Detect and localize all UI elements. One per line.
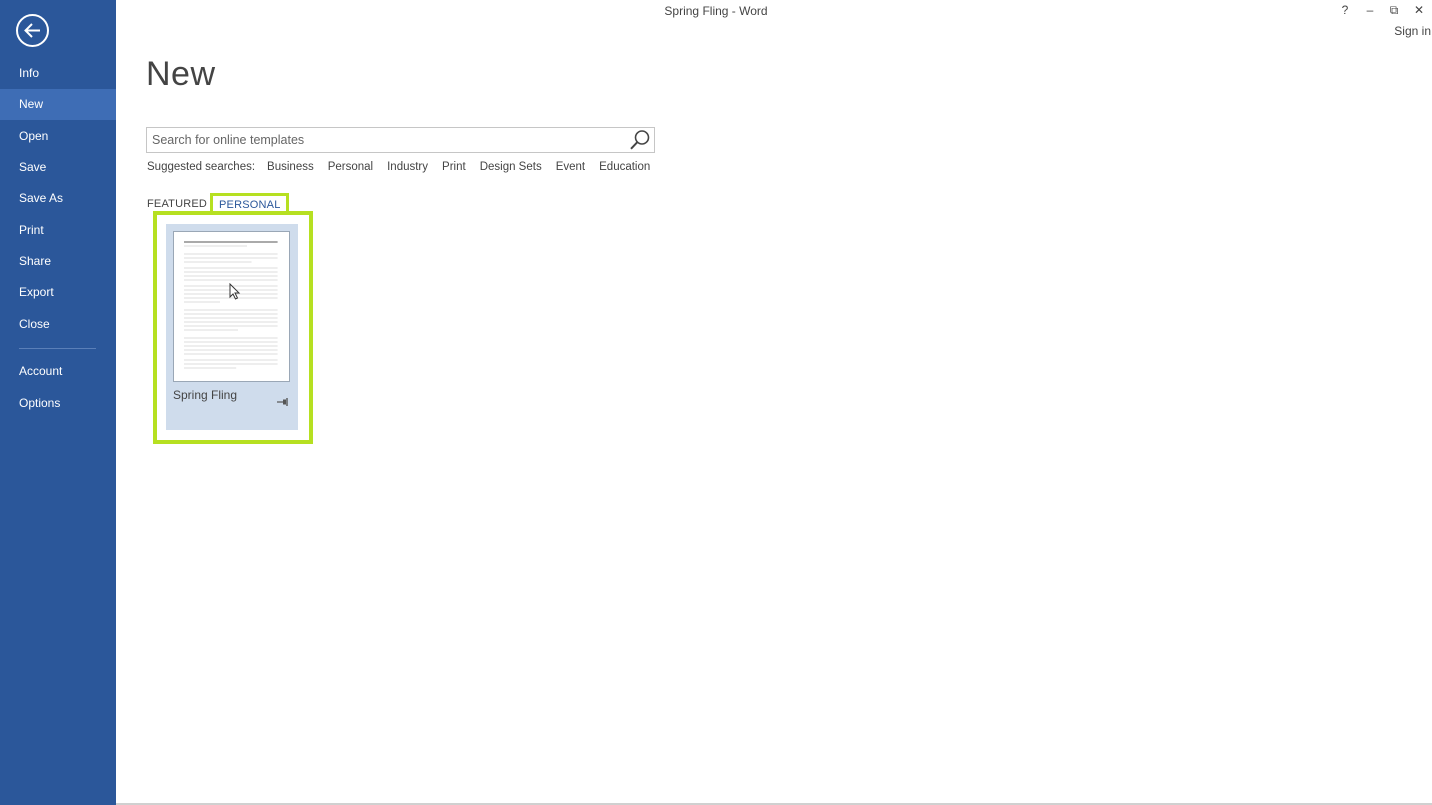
nav-open[interactable]: Open xyxy=(0,121,116,152)
back-button[interactable] xyxy=(16,14,49,47)
backstage-sidebar: Info New Open Save Save As Print Share E… xyxy=(0,0,116,805)
tab-featured[interactable]: FEATURED xyxy=(147,198,207,210)
suggested-event[interactable]: Event xyxy=(556,161,585,173)
page-title: New xyxy=(146,55,216,93)
nav-account[interactable]: Account xyxy=(0,356,116,387)
search-icon xyxy=(630,130,650,150)
nav-save[interactable]: Save xyxy=(0,152,116,183)
pin-icon xyxy=(277,398,288,406)
pin-button[interactable] xyxy=(276,396,290,408)
back-arrow-icon xyxy=(24,23,40,38)
suggested-print[interactable]: Print xyxy=(442,161,466,173)
help-button[interactable]: ? xyxy=(1335,1,1355,19)
sign-in-link[interactable]: Sign in xyxy=(1394,24,1431,38)
nav-share[interactable]: Share xyxy=(0,246,116,277)
mouse-cursor-icon xyxy=(229,283,241,300)
document-preview xyxy=(184,241,278,369)
nav-print[interactable]: Print xyxy=(0,215,116,246)
suggested-label: Suggested searches: xyxy=(147,161,256,173)
template-thumbnail xyxy=(173,231,290,382)
minimize-button[interactable]: – xyxy=(1360,1,1380,19)
suggested-business[interactable]: Business xyxy=(267,161,314,173)
window-title: Spring Fling - Word xyxy=(664,4,768,18)
nav-new[interactable]: New xyxy=(0,89,116,120)
nav-info[interactable]: Info xyxy=(0,58,116,89)
suggested-personal[interactable]: Personal xyxy=(328,161,373,173)
close-window-button[interactable]: ✕ xyxy=(1409,1,1429,19)
search-input[interactable] xyxy=(147,128,627,152)
suggested-industry[interactable]: Industry xyxy=(387,161,428,173)
suggested-searches: Suggested searches: Business Personal In… xyxy=(147,161,664,173)
suggested-education[interactable]: Education xyxy=(599,161,650,173)
template-name: Spring Fling xyxy=(173,388,238,402)
nav-export[interactable]: Export xyxy=(0,277,116,308)
restore-button[interactable]: ⧉ xyxy=(1384,1,1404,19)
search-button[interactable] xyxy=(627,128,653,152)
template-search-box xyxy=(146,127,655,153)
nav-options[interactable]: Options xyxy=(0,388,116,419)
nav-divider xyxy=(19,348,96,349)
nav-close[interactable]: Close xyxy=(0,309,116,340)
nav-save-as[interactable]: Save As xyxy=(0,183,116,214)
template-tile[interactable]: Spring Fling xyxy=(166,224,298,430)
suggested-design-sets[interactable]: Design Sets xyxy=(480,161,542,173)
